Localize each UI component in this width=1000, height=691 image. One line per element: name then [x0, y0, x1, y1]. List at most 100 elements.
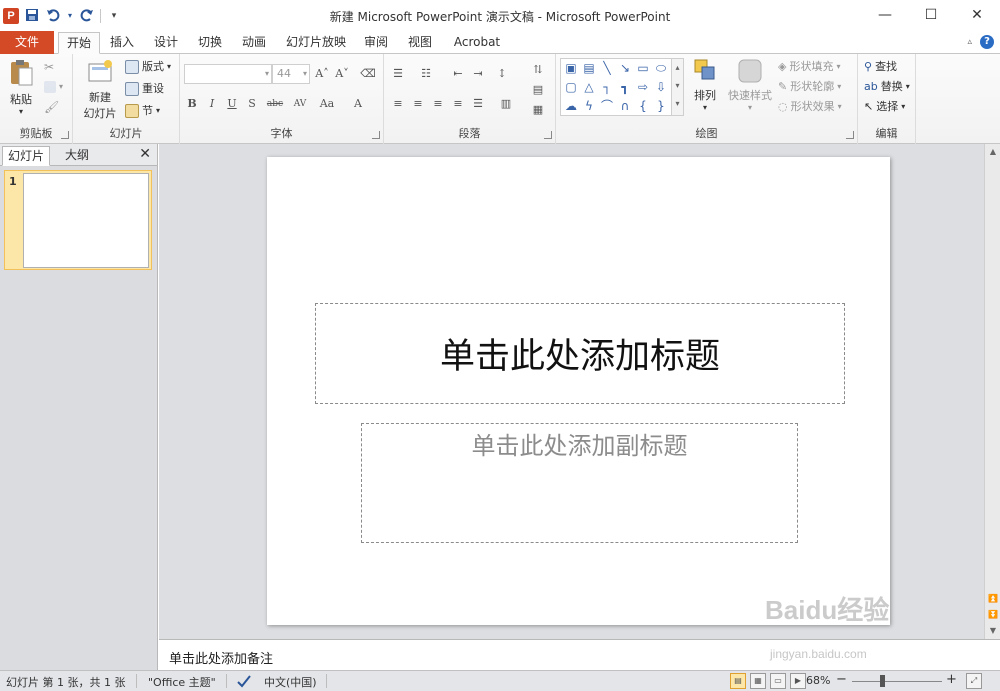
font-color-button[interactable]: A — [350, 96, 366, 112]
shape-effects-button[interactable]: ◌ 形状效果 ▾ — [778, 98, 842, 116]
title-placeholder[interactable]: 单击此处添加标题 — [315, 303, 845, 404]
oval-shape-icon[interactable]: ⬭ — [654, 61, 668, 75]
curve-shape-icon[interactable]: ∩ — [618, 99, 632, 113]
help-icon[interactable]: ? — [980, 35, 994, 49]
quick-styles-button[interactable]: 快速样式 ▾ — [726, 58, 774, 112]
font-name-select[interactable]: ▾ — [184, 64, 272, 84]
reset-button[interactable]: 重设 — [125, 80, 164, 98]
change-case-button[interactable]: Aa — [316, 96, 338, 112]
select-button[interactable]: ↖ 选择 ▾ — [864, 98, 905, 116]
gallery-scroll-icon[interactable]: ▴ ▾ ▾ — [671, 59, 683, 115]
numbering-icon[interactable]: ☷ — [418, 66, 434, 82]
language-status[interactable]: 中文(中国) — [264, 674, 317, 690]
normal-view-button[interactable]: ▤ — [730, 673, 746, 689]
rectangle-shape-icon[interactable]: ▭ — [636, 61, 650, 75]
minimize-ribbon-icon[interactable]: ▵ — [967, 37, 972, 47]
tab-home[interactable]: 开始 — [58, 32, 100, 54]
tab-design[interactable]: 设计 — [148, 32, 184, 54]
close-panel-icon[interactable]: ✕ — [139, 146, 151, 162]
reading-view-button[interactable]: ▭ — [770, 673, 786, 689]
slide-thumbnail[interactable] — [23, 173, 149, 268]
grow-font-button[interactable]: A˄ — [314, 66, 330, 82]
vertical-scrollbar[interactable]: ▲ ⏫ ⏬ ▼ — [984, 144, 1000, 639]
slide-sorter-view-button[interactable]: ▦ — [750, 673, 766, 689]
align-right-icon[interactable]: ≡ — [430, 96, 446, 112]
line-shape-icon[interactable]: ╲ — [600, 61, 614, 75]
columns-icon[interactable]: ▥ — [498, 96, 514, 112]
arc-shape-icon[interactable]: ⌒ — [600, 99, 614, 113]
scroll-up-icon[interactable]: ▲ — [985, 144, 1000, 160]
fit-to-window-button[interactable]: ⤢ — [966, 673, 982, 689]
notes-pane[interactable]: 单击此处添加备注 — [159, 639, 1000, 670]
smartart-icon[interactable]: ▦ — [530, 102, 546, 118]
decrease-indent-icon[interactable]: ⇤ — [450, 66, 466, 82]
align-text-icon[interactable]: ▤ — [530, 82, 546, 98]
tab-view[interactable]: 视图 — [402, 32, 438, 54]
close-button[interactable]: ✕ — [954, 0, 1000, 30]
slide-thumbnail-item[interactable]: 1 — [4, 170, 152, 270]
clipboard-launcher-icon[interactable] — [61, 131, 69, 139]
format-painter-button[interactable]: 🖌 — [44, 98, 59, 116]
spellcheck-icon[interactable] — [236, 673, 252, 691]
zoom-slider[interactable] — [852, 681, 942, 682]
tab-slides[interactable]: 幻灯片 — [2, 146, 50, 166]
tab-file[interactable]: 文件 — [0, 31, 54, 54]
zoom-slider-thumb[interactable] — [880, 675, 885, 687]
paste-button[interactable]: 粘贴 ▾ — [4, 58, 38, 116]
tab-transitions[interactable]: 切换 — [192, 32, 228, 54]
align-left-icon[interactable]: ≡ — [390, 96, 406, 112]
layout-button[interactable]: 版式 ▾ — [125, 58, 171, 76]
zoom-level[interactable]: 68% — [806, 674, 830, 687]
shapes-gallery[interactable]: ▣ ▤ ╲ ↘ ▭ ⬭ ▢ △ ┐ ┓ ⇨ ⇩ ☁ ϟ ⌒ ∩ { } ▴ ▾ ▾ — [560, 58, 684, 116]
shape-outline-button[interactable]: ✎ 形状轮廓 ▾ — [778, 78, 841, 96]
cloud-shape-icon[interactable]: ☁ — [564, 99, 578, 113]
shrink-font-button[interactable]: A˅ — [334, 66, 350, 82]
zoom-in-button[interactable]: + — [946, 672, 957, 687]
justify-icon[interactable]: ≡ — [450, 96, 466, 112]
rounded-rect-shape-icon[interactable]: ▢ — [564, 80, 578, 94]
replace-button[interactable]: ab 替换 ▾ — [864, 78, 910, 96]
maximize-button[interactable]: ☐ — [908, 0, 954, 30]
character-spacing-button[interactable]: AV — [290, 96, 310, 112]
distribute-icon[interactable]: ☰ — [470, 96, 486, 112]
triangle-shape-icon[interactable]: △ — [582, 80, 596, 94]
slide-canvas[interactable]: 单击此处添加标题 单击此处添加副标题 — [267, 157, 890, 625]
slideshow-view-button[interactable]: ▶ — [790, 673, 806, 689]
elbow-arrow-shape-icon[interactable]: ┓ — [618, 80, 632, 94]
align-center-icon[interactable]: ≡ — [410, 96, 426, 112]
zoom-out-button[interactable]: − — [836, 672, 847, 687]
down-arrow-shape-icon[interactable]: ⇩ — [654, 80, 668, 94]
shadow-button[interactable]: S — [244, 96, 260, 112]
tab-acrobat[interactable]: Acrobat — [448, 32, 506, 54]
increase-indent-icon[interactable]: ⇥ — [470, 66, 486, 82]
tab-review[interactable]: 审阅 — [358, 32, 394, 54]
drawing-launcher-icon[interactable] — [846, 131, 854, 139]
right-brace-shape-icon[interactable]: } — [654, 99, 668, 113]
underline-button[interactable]: U — [224, 96, 240, 112]
bullets-icon[interactable]: ☰ — [390, 66, 406, 82]
previous-slide-icon[interactable]: ⏫ — [985, 591, 1000, 607]
bold-button[interactable]: B — [184, 96, 200, 112]
font-size-select[interactable]: 44 ▾ — [272, 64, 310, 84]
font-launcher-icon[interactable] — [372, 131, 380, 139]
right-arrow-shape-icon[interactable]: ⇨ — [636, 80, 650, 94]
cut-button[interactable]: ✂ — [44, 58, 54, 76]
left-brace-shape-icon[interactable]: { — [636, 99, 650, 113]
tab-slideshow[interactable]: 幻灯片放映 — [282, 32, 350, 54]
text-direction-icon[interactable]: ⇅ — [530, 62, 546, 78]
tab-insert[interactable]: 插入 — [104, 32, 140, 54]
arrange-button[interactable]: 排列 ▾ — [690, 58, 720, 112]
elbow-connector-shape-icon[interactable]: ┐ — [600, 80, 614, 94]
vertical-textbox-shape-icon[interactable]: ▤ — [582, 61, 596, 75]
tab-animations[interactable]: 动画 — [236, 32, 272, 54]
minimize-button[interactable]: — — [862, 0, 908, 30]
new-slide-button[interactable]: 新建 幻灯片 — [77, 58, 123, 121]
section-button[interactable]: 节 ▾ — [125, 102, 160, 120]
line-spacing-icon[interactable]: ↕ — [494, 66, 510, 82]
scroll-down-icon[interactable]: ▼ — [985, 623, 1000, 639]
arrow-line-shape-icon[interactable]: ↘ — [618, 61, 632, 75]
subtitle-placeholder[interactable]: 单击此处添加副标题 — [361, 423, 798, 543]
textbox-shape-icon[interactable]: ▣ — [564, 61, 578, 75]
italic-button[interactable]: I — [204, 96, 220, 112]
lightning-shape-icon[interactable]: ϟ — [582, 99, 596, 113]
